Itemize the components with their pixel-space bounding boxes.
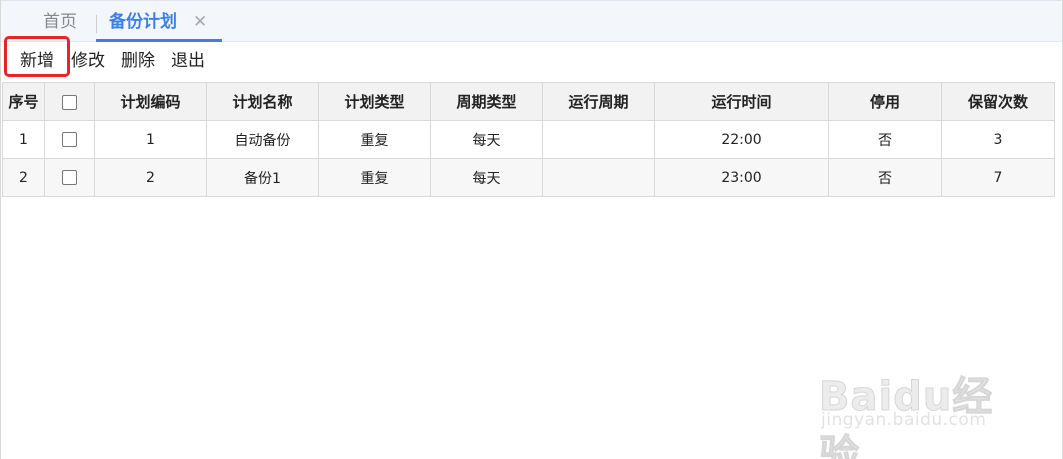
header-seq: 序号 [2, 82, 45, 121]
tab-divider [96, 15, 97, 33]
cell-run-cycle [542, 158, 655, 197]
cell-select[interactable] [44, 158, 95, 197]
header-select-all[interactable] [44, 82, 95, 121]
table-row[interactable]: 1 1 自动备份 重复 每天 22:00 否 3 [2, 120, 1055, 159]
table-header-row: 序号 计划编码 计划名称 计划类型 周期类型 运行周期 运行时间 停用 保留次数 [2, 82, 1055, 121]
header-plan-name[interactable]: 计划名称 [206, 82, 319, 121]
cell-seq: 2 [2, 158, 45, 197]
cell-plan-code: 2 [94, 158, 207, 197]
cell-seq: 1 [2, 120, 45, 159]
watermark-url: jingyan.baidu.com [821, 410, 987, 430]
cell-run-cycle [542, 120, 655, 159]
header-plan-code[interactable]: 计划编码 [94, 82, 207, 121]
row-checkbox[interactable] [62, 132, 77, 147]
cell-plan-name: 备份1 [206, 158, 319, 197]
cell-plan-type: 重复 [318, 120, 431, 159]
header-cycle-type[interactable]: 周期类型 [430, 82, 543, 121]
tab-bar: 首页 备份计划 ✕ [1, 0, 1062, 42]
select-all-checkbox[interactable] [62, 94, 77, 110]
cell-plan-code: 1 [94, 120, 207, 159]
header-plan-type[interactable]: 计划类型 [318, 82, 431, 121]
cell-cycle-type: 每天 [430, 158, 543, 197]
highlight-box [4, 36, 70, 77]
cell-select[interactable] [44, 120, 95, 159]
cell-run-time: 23:00 [654, 158, 829, 197]
backup-plan-table: 序号 计划编码 计划名称 计划类型 周期类型 运行周期 运行时间 停用 保留次数… [2, 82, 1055, 197]
cell-cycle-type: 每天 [430, 120, 543, 159]
cell-retain-count: 3 [941, 120, 1055, 159]
watermark: Baidu经验 jingyan.baidu.com [813, 340, 1013, 459]
table-row[interactable]: 2 2 备份1 重复 每天 23:00 否 7 [2, 158, 1055, 197]
cell-disabled: 否 [828, 120, 942, 159]
exit-button[interactable]: 退出 [171, 50, 205, 72]
tab-home[interactable]: 首页 [43, 10, 77, 34]
toolbar: 新增 修改 删除 退出 [1, 42, 1062, 82]
close-icon[interactable]: ✕ [193, 11, 207, 33]
row-checkbox[interactable] [62, 170, 77, 185]
header-run-cycle[interactable]: 运行周期 [542, 82, 655, 121]
cell-plan-name: 自动备份 [206, 120, 319, 159]
header-run-time[interactable]: 运行时间 [654, 82, 829, 121]
cell-retain-count: 7 [941, 158, 1055, 197]
header-retain-count[interactable]: 保留次数 [941, 82, 1055, 121]
cell-plan-type: 重复 [318, 158, 431, 197]
cell-disabled: 否 [828, 158, 942, 197]
delete-button[interactable]: 删除 [121, 50, 155, 72]
cell-run-time: 22:00 [654, 120, 829, 159]
app-window: 首页 备份计划 ✕ 新增 修改 删除 退出 序号 计划编码 计划名称 计划类型 … [0, 0, 1063, 459]
edit-button[interactable]: 修改 [71, 50, 105, 72]
tab-backup-plan[interactable]: 备份计划 [109, 10, 177, 34]
header-disabled[interactable]: 停用 [828, 82, 942, 121]
